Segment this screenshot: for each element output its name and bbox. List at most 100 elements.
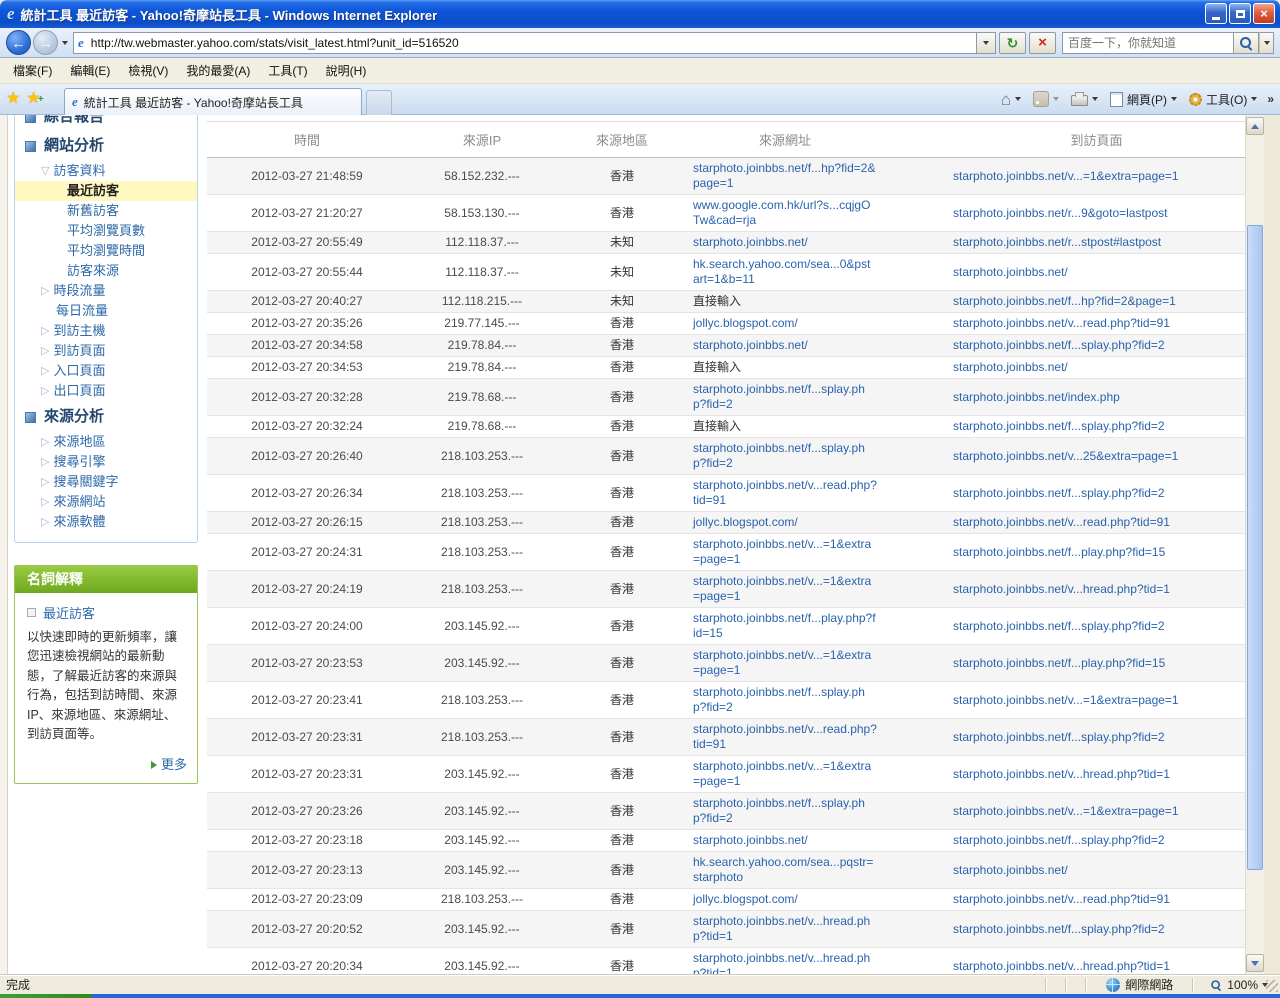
cell-visited-page[interactable]: starphoto.joinbbs.net/ [947,860,1246,881]
sidebar-item-時段流量[interactable]: ▷ 時段流量 [15,281,197,301]
cell-source-url[interactable]: starphoto.joinbbs.net/f...splay.php?fid=… [687,438,947,474]
tools-menu-button[interactable]: 工具(O) [1185,89,1261,110]
cell-visited-page[interactable]: starphoto.joinbbs.net/f...splay.php?fid=… [947,616,1246,637]
cell-source-url[interactable]: starphoto.joinbbs.net/v...read.php?tid=9… [687,719,947,755]
sidebar-item-每日流量[interactable]: 每日流量 [15,301,197,321]
sidebar-item-平均瀏覽頁數[interactable]: 平均瀏覽頁數 [15,221,197,241]
scroll-up-button[interactable] [1246,117,1264,135]
sidebar-item-到訪頁面[interactable]: ▷ 到訪頁面 [15,341,197,361]
cell-visited-page[interactable]: starphoto.joinbbs.net/v...25&extra=page=… [947,446,1246,467]
sidebar-item-來源軟體[interactable]: ▷ 來源軟體 [15,512,197,532]
cell-visited-page[interactable]: starphoto.joinbbs.net/f...splay.php?fid=… [947,335,1246,356]
menu-tools[interactable]: 工具(T) [259,59,316,82]
menu-favorites[interactable]: 我的最愛(A) [177,59,259,82]
cell-visited-page[interactable]: starphoto.joinbbs.net/ [947,262,1246,283]
cell-source-url[interactable]: starphoto.joinbbs.net/f...splay.php?fid=… [687,793,947,829]
cell-visited-page[interactable]: starphoto.joinbbs.net/f...play.php?fid=1… [947,653,1246,674]
menu-help[interactable]: 說明(H) [317,59,376,82]
cell-source-url[interactable]: starphoto.joinbbs.net/v...=1&extra=page=… [687,534,947,570]
cell-visited-page[interactable]: starphoto.joinbbs.net/v...hread.php?tid=… [947,764,1246,785]
sidebar-item-出口頁面[interactable]: ▷ 出口頁面 [15,381,197,401]
home-button[interactable]: ⌂ [997,89,1025,110]
recent-pages-dropdown[interactable] [62,41,68,45]
toolbar-overflow-button[interactable]: » [1265,92,1276,106]
stop-button[interactable]: × [1029,32,1056,54]
cell-source-url[interactable]: starphoto.joinbbs.net/ [687,335,947,356]
favorites-center-button[interactable]: ★ [6,89,20,109]
cell-source-url[interactable]: hk.search.yahoo.com/sea...pqstr=starphot… [687,852,947,888]
search-input[interactable] [1062,32,1233,54]
cell-visited-page[interactable]: starphoto.joinbbs.net/index.php [947,387,1246,408]
cell-visited-page[interactable]: starphoto.joinbbs.net/f...play.php?fid=1… [947,542,1246,563]
cell-source-url[interactable]: starphoto.joinbbs.net/ [687,232,947,253]
scrollbar-thumb[interactable] [1247,225,1263,870]
cell-visited-page[interactable]: starphoto.joinbbs.net/f...splay.php?fid=… [947,416,1246,437]
tab-current[interactable]: e 統計工具 最近訪客 - Yahoo!奇摩站長工具 [64,88,362,115]
sidebar-item-最近訪客[interactable]: 最近訪客 [15,181,197,201]
feeds-button[interactable] [1029,89,1063,109]
more-link[interactable]: 更多 [27,754,187,773]
cell-source-url[interactable]: jollyc.blogspot.com/ [687,889,947,910]
cell-source-url[interactable]: starphoto.joinbbs.net/v...hread.php?tid=… [687,948,947,974]
print-button[interactable] [1067,90,1102,108]
cell-source-url[interactable]: starphoto.joinbbs.net/v...=1&extra=page=… [687,571,947,607]
cell-source-url[interactable]: starphoto.joinbbs.net/f...splay.php?fid=… [687,682,947,718]
sidebar-item-新舊訪客[interactable]: 新舊訪客 [15,201,197,221]
cell-source-url[interactable]: starphoto.joinbbs.net/v...read.php?tid=9… [687,475,947,511]
close-button[interactable]: × [1253,3,1275,24]
cell-visited-page[interactable]: starphoto.joinbbs.net/r...stpost#lastpos… [947,232,1246,253]
sidebar-item-綜合報告[interactable]: 綜合報告 [15,115,197,130]
back-button[interactable]: ← [6,30,31,55]
cell-source-url[interactable]: hk.search.yahoo.com/sea...0&pstart=1&b=1… [687,254,947,290]
cell-visited-page[interactable]: starphoto.joinbbs.net/v...hread.php?tid=… [947,579,1246,600]
sidebar-item-來源分析[interactable]: 來源分析 [15,404,197,430]
cell-visited-page[interactable]: starphoto.joinbbs.net/v...read.php?tid=9… [947,313,1246,334]
cell-source-url[interactable]: starphoto.joinbbs.net/v...hread.php?tid=… [687,911,947,947]
cell-source-url[interactable]: starphoto.joinbbs.net/ [687,830,947,851]
new-tab-button[interactable] [366,90,392,115]
cell-source-url[interactable]: jollyc.blogspot.com/ [687,512,947,533]
sidebar-item-來源地區[interactable]: ▷ 來源地區 [15,432,197,452]
cell-visited-page[interactable]: starphoto.joinbbs.net/f...hp?fid=2&page=… [947,291,1246,312]
minimize-button[interactable] [1205,3,1227,24]
scroll-down-button[interactable] [1246,954,1264,972]
cell-source-url[interactable]: www.google.com.hk/url?s...cqjgOTw&cad=rj… [687,195,947,231]
page-menu-button[interactable]: 網頁(P) [1106,89,1181,110]
sidebar-item-搜尋引擎[interactable]: ▷ 搜尋引擎 [15,452,197,472]
search-button[interactable] [1233,32,1259,54]
sidebar-item-訪客來源[interactable]: 訪客來源 [15,261,197,281]
sidebar-item-網站分析[interactable]: 網站分析 [15,133,197,159]
cell-visited-page[interactable]: starphoto.joinbbs.net/v...=1&extra=page=… [947,690,1246,711]
sidebar-item-入口頁面[interactable]: ▷ 入口頁面 [15,361,197,381]
cell-visited-page[interactable]: starphoto.joinbbs.net/f...splay.php?fid=… [947,483,1246,504]
address-dropdown-button[interactable] [977,32,996,54]
cell-visited-page[interactable]: starphoto.joinbbs.net/f...splay.php?fid=… [947,919,1246,940]
cell-visited-page[interactable]: starphoto.joinbbs.net/r...9&goto=lastpos… [947,203,1246,224]
forward-button[interactable]: → [33,30,58,55]
sidebar-item-搜尋關鍵字[interactable]: ▷ 搜尋關鍵字 [15,472,197,492]
cell-source-url[interactable]: starphoto.joinbbs.net/f...splay.php?fid=… [687,379,947,415]
maximize-button[interactable] [1229,3,1251,24]
menu-view[interactable]: 檢視(V) [119,59,177,82]
cell-visited-page[interactable]: starphoto.joinbbs.net/v...=1&extra=page=… [947,801,1246,822]
cell-source-url[interactable]: starphoto.joinbbs.net/v...=1&extra=page=… [687,645,947,681]
sidebar-item-訪客資料[interactable]: ▽ 訪客資料 [15,161,197,181]
cell-visited-page[interactable]: starphoto.joinbbs.net/v...read.php?tid=9… [947,889,1246,910]
sidebar-item-來源網站[interactable]: ▷ 來源網站 [15,492,197,512]
cell-visited-page[interactable]: starphoto.joinbbs.net/f...splay.php?fid=… [947,830,1246,851]
cell-source-url[interactable]: starphoto.joinbbs.net/f...play.php?fid=1… [687,608,947,644]
sidebar-item-到訪主機[interactable]: ▷ 到訪主機 [15,321,197,341]
glossary-term-link[interactable]: 最近訪客 [43,603,95,622]
cell-visited-page[interactable]: starphoto.joinbbs.net/v...hread.php?tid=… [947,956,1246,975]
add-favorite-button[interactable]: ★ [26,89,40,109]
menu-file[interactable]: 檔案(F) [4,59,61,82]
cell-source-url[interactable]: starphoto.joinbbs.net/v...=1&extra=page=… [687,756,947,792]
refresh-button[interactable]: ↻ [999,32,1026,54]
vertical-scrollbar[interactable] [1245,115,1264,974]
cell-visited-page[interactable]: starphoto.joinbbs.net/f...splay.php?fid=… [947,727,1246,748]
menu-edit[interactable]: 編輯(E) [61,59,119,82]
cell-visited-page[interactable]: starphoto.joinbbs.net/v...=1&extra=page=… [947,166,1246,187]
cell-source-url[interactable]: starphoto.joinbbs.net/f...hp?fid=2&page=… [687,158,947,194]
cell-visited-page[interactable]: starphoto.joinbbs.net/v...read.php?tid=9… [947,512,1246,533]
url-input[interactable] [89,35,972,51]
